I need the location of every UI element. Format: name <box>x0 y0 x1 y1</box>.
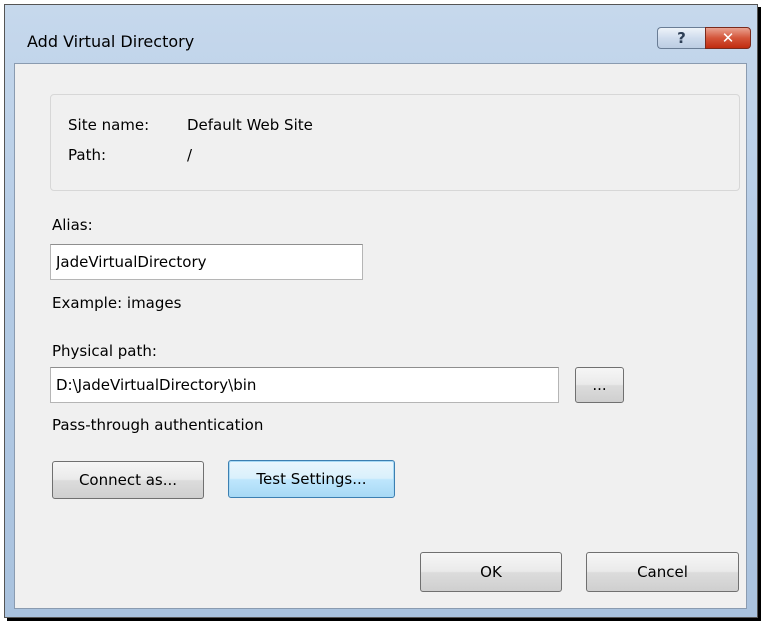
alias-label: Alias: <box>52 216 93 234</box>
title-bar[interactable]: Add Virtual Directory ? ✕ <box>5 5 757 67</box>
alias-example-text: Example: images <box>52 294 182 312</box>
test-settings-button-label: Test Settings... <box>256 470 367 488</box>
alias-input[interactable] <box>50 244 363 280</box>
close-button[interactable]: ✕ <box>705 27 751 49</box>
site-info-group: Site name: Default Web Site Path: / <box>50 94 740 191</box>
cancel-button[interactable]: Cancel <box>586 552 739 592</box>
ok-button-label: OK <box>480 563 502 581</box>
site-name-label: Site name: <box>68 116 150 134</box>
connect-as-button-label: Connect as... <box>78 471 178 489</box>
help-button[interactable]: ? <box>657 27 705 49</box>
cancel-button-label: Cancel <box>637 563 688 581</box>
path-label: Path: <box>68 146 107 164</box>
browse-button-label: ... <box>592 376 607 394</box>
browse-button[interactable]: ... <box>575 367 624 403</box>
dialog-body: Site name: Default Web Site Path: / Alia… <box>14 63 747 609</box>
connect-as-button[interactable]: Connect as... <box>52 461 204 499</box>
dialog-title: Add Virtual Directory <box>27 32 195 51</box>
physical-path-input[interactable] <box>50 367 559 403</box>
authentication-text: Pass-through authentication <box>52 416 264 434</box>
path-value: / <box>187 146 193 164</box>
add-virtual-directory-dialog: Add Virtual Directory ? ✕ Site name: Def… <box>4 4 758 618</box>
test-settings-button[interactable]: Test Settings... <box>228 460 395 498</box>
ok-button[interactable]: OK <box>420 552 562 592</box>
question-mark-icon: ? <box>677 29 686 47</box>
site-name-value: Default Web Site <box>187 116 313 134</box>
close-icon: ✕ <box>721 29 735 47</box>
physical-path-label: Physical path: <box>52 342 157 360</box>
